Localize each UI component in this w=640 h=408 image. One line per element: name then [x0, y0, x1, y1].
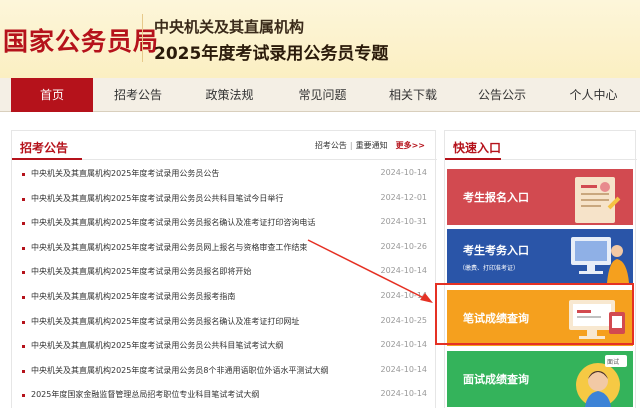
item-title[interactable]: 2025年度国家金融监督管理总局招考职位专业科目笔试考试大纲: [31, 389, 259, 400]
more-link[interactable]: 更多>>: [396, 141, 425, 150]
title-accent-bar: [12, 158, 82, 160]
site-header: 国家公务员局 中央机关及其直属机构 2025年度考试录用公务员专题: [0, 0, 640, 78]
item-title[interactable]: 中央机关及其直属机构2025年度考试录用公务员公共科目笔试今日举行: [31, 193, 283, 204]
item-title[interactable]: 中央机关及其直属机构2025年度考试录用公务员8个非通用语职位外语水平测试大纲: [31, 365, 328, 376]
bullet-icon: [22, 345, 25, 349]
item-date: 2024-10-14: [380, 364, 428, 374]
list-item[interactable]: 中央机关及其直属机构2025年度考试录用公务员网上报名与资格审查工作结束 2024…: [12, 237, 437, 262]
list-item[interactable]: 中央机关及其直属机构2025年度考试录用公务员报名确认及准考证打印咨询电话 202…: [12, 212, 437, 237]
link-important-notices[interactable]: 重要通知: [356, 141, 388, 150]
header-divider: [142, 14, 143, 62]
interview-bubble-label: 面试: [607, 359, 620, 366]
site-logo[interactable]: 国家公务员局: [3, 22, 159, 58]
bullet-icon: [22, 320, 25, 324]
item-title[interactable]: 中央机关及其直属机构2025年度考试录用公务员公告: [31, 168, 219, 179]
card-sublabel: （缴费、打印准考证）: [459, 265, 520, 272]
nav-home[interactable]: 首页: [11, 78, 93, 112]
list-item[interactable]: 2025年度国家金融监督管理总局招考职位专业科目笔试考试大纲 2024-10-14: [12, 384, 437, 408]
main-nav: 首页 招考公告 政策法规 常见问题 相关下载 公告公示 个人中心: [0, 78, 640, 112]
item-date: 2024-10-31: [380, 217, 428, 227]
bullet-icon: [22, 369, 25, 373]
announcements-title: 招考公告: [20, 141, 69, 155]
announcements-panel: 招考公告 招考公告 | 重要通知 更多>> 中央机关及其直属机构2025年度考试录用公…: [11, 130, 437, 408]
highlight-box: [435, 283, 634, 345]
bullet-icon: [22, 394, 25, 398]
link-announcements[interactable]: 招考公告: [315, 141, 347, 150]
list-item[interactable]: 中央机关及其直属机构2025年度考试录用公务员报考指南 2024-10-14: [12, 286, 437, 311]
interviewer-icon: [576, 355, 627, 407]
title-accent-bar: [445, 158, 501, 160]
header-title: 2025年度考试录用公务员专题: [154, 44, 389, 64]
nav-policies[interactable]: 政策法规: [183, 78, 276, 112]
bullet-icon: [22, 295, 25, 299]
card-label: 面试成绩查询: [463, 373, 529, 386]
item-title[interactable]: 中央机关及其直属机构2025年度考试录用公务员报考指南: [31, 291, 235, 302]
announcements-links: 招考公告 | 重要通知 更多>>: [315, 140, 425, 151]
item-title[interactable]: 中央机关及其直属机构2025年度考试录用公务员报名确认及准考证打印网址: [31, 316, 299, 327]
item-date: 2024-10-25: [380, 315, 428, 325]
registration-entry-button[interactable]: 考生报名入口: [447, 169, 633, 225]
header-subtitle: 中央机关及其直属机构: [154, 18, 305, 36]
list-item[interactable]: 中央机关及其直属机构2025年度考试录用公务员报名即将开始 2024-10-14: [12, 261, 437, 286]
nav-personal-center[interactable]: 个人中心: [547, 78, 640, 112]
bullet-icon: [22, 197, 25, 201]
quick-entry-panel: 快速入口 考生报名入口 考生考务入口 （缴费、打印准考证） 笔试成绩查询 面试成…: [444, 130, 637, 408]
nav-downloads[interactable]: 相关下载: [369, 78, 457, 112]
item-title[interactable]: 中央机关及其直属机构2025年度考试录用公务员公共科目笔试考试大纲: [31, 340, 283, 351]
list-item[interactable]: 中央机关及其直属机构2025年度考试录用公务员报名确认及准考证打印网址 2024-…: [12, 311, 437, 336]
interview-score-query-button[interactable]: 面试成绩查询 面试: [447, 351, 633, 407]
item-date: 2024-10-26: [380, 241, 428, 251]
card-label: 考生报名入口: [463, 191, 529, 204]
item-date: 2024-10-14: [380, 266, 428, 276]
announcement-list: 中央机关及其直属机构2025年度考试录用公务员公告 2024-10-14 中央机关…: [12, 163, 437, 408]
list-item[interactable]: 中央机关及其直属机构2025年度考试录用公务员8个非通用语职位外语水平测试大纲 2…: [12, 360, 437, 385]
item-date: 2024-10-14: [380, 389, 428, 399]
exam-affairs-entry-button[interactable]: 考生考务入口 （缴费、打印准考证）: [447, 229, 633, 285]
item-title[interactable]: 中央机关及其直属机构2025年度考试录用公务员报名确认及准考证打印咨询电话: [31, 217, 315, 228]
item-title[interactable]: 中央机关及其直属机构2025年度考试录用公务员报名即将开始: [31, 266, 251, 277]
bullet-icon: [22, 222, 25, 226]
item-date: 2024-12-01: [380, 192, 428, 202]
nav-announcements[interactable]: 招考公告: [93, 78, 183, 112]
list-item[interactable]: 中央机关及其直属机构2025年度考试录用公务员公告 2024-10-14: [12, 163, 437, 188]
list-item[interactable]: 中央机关及其直属机构2025年度考试录用公务员公共科目笔试今日举行 2024-12…: [12, 188, 437, 213]
nav-notices[interactable]: 公告公示: [457, 78, 547, 112]
list-item[interactable]: 中央机关及其直属机构2025年度考试录用公务员公共科目笔试考试大纲 2024-10…: [12, 335, 437, 360]
link-separator: |: [349, 141, 353, 150]
bullet-icon: [22, 271, 25, 275]
item-date: 2024-10-14: [380, 340, 428, 350]
quick-entry-title: 快速入口: [453, 141, 502, 155]
card-label: 考生考务入口: [463, 244, 529, 257]
computer-user-icon: [571, 237, 629, 283]
item-date: 2024-10-14: [380, 290, 428, 300]
item-date: 2024-10-14: [380, 168, 428, 177]
bullet-icon: [22, 246, 25, 250]
bullet-icon: [22, 173, 25, 176]
item-title[interactable]: 中央机关及其直属机构2025年度考试录用公务员网上报名与资格审查工作结束: [31, 242, 307, 253]
application-form-icon: [575, 177, 621, 223]
nav-faq[interactable]: 常见问题: [276, 78, 369, 112]
